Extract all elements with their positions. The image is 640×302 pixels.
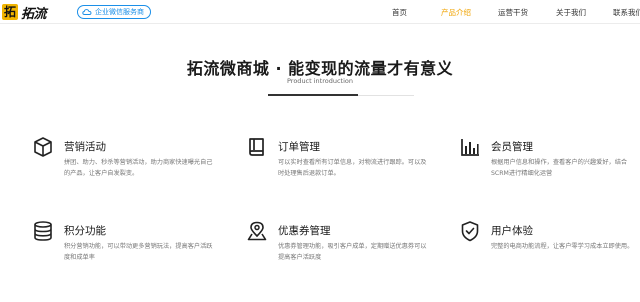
nav-item-about[interactable]: 关于我们 bbox=[556, 7, 586, 18]
feature-description: 完整的电商功能流程，让客户零学习成本立即使用。 bbox=[491, 243, 634, 250]
cloud-icon bbox=[82, 9, 92, 15]
feature-description: 优惠券管理功能，吸引客户成单，定期赠送优惠券可以提高客户活跃度 bbox=[278, 243, 427, 261]
feature-card-coupons: 优惠券管理 优惠券管理功能，吸引客户成单，定期赠送优惠券可以提高客户活跃度 bbox=[246, 220, 436, 280]
feature-title: 营销活动 bbox=[64, 141, 106, 153]
brand-logo[interactable]: 拓 拓流 bbox=[2, 3, 47, 22]
wecom-provider-badge[interactable]: 企业微信服务商 bbox=[77, 5, 151, 19]
book-icon bbox=[246, 136, 268, 158]
nav-item-home[interactable]: 首页 bbox=[392, 7, 407, 18]
top-navigation-bar: 拓 拓流 企业微信服务商 首页 产品介绍 运营干货 关于我们 联系我们 bbox=[0, 0, 640, 24]
feature-description: 根据用户信息和操作，查看客户的兴趣爱好，结合SCRM进行精细化运营 bbox=[491, 159, 628, 177]
nav-item-products[interactable]: 产品介绍 bbox=[441, 7, 471, 18]
feature-title: 用户体验 bbox=[491, 225, 533, 237]
box-icon bbox=[32, 136, 54, 158]
logo-mark: 拓 bbox=[2, 4, 18, 20]
feature-card-members: 会员管理 根据用户信息和操作，查看客户的兴趣爱好，结合SCRM进行精细化运营 bbox=[459, 136, 640, 196]
feature-card-experience: 用户体验 完整的电商功能流程，让客户零学习成本立即使用。 bbox=[459, 220, 640, 280]
feature-card-points: 积分功能 积分营销功能，可以带动更多营销玩法，提高客户活跃度和成单率 bbox=[32, 220, 222, 280]
feature-description: 拼团、助力、秒杀等营销活动，助力商家快速曝光自己的产品，让客户自发裂变。 bbox=[64, 159, 213, 177]
feature-title: 积分功能 bbox=[64, 225, 106, 237]
nav-item-operations[interactable]: 运营干货 bbox=[498, 7, 528, 18]
section-subtitle: Product introduction bbox=[287, 77, 353, 85]
feature-title: 会员管理 bbox=[491, 141, 533, 153]
feature-card-marketing: 营销活动 拼团、助力、秒杀等营销活动，助力商家快速曝光自己的产品，让客户自发裂变… bbox=[32, 136, 222, 196]
map-pin-icon bbox=[246, 220, 268, 242]
feature-description: 积分营销功能，可以带动更多营销玩法，提高客户活跃度和成单率 bbox=[64, 243, 213, 261]
bar-chart-icon bbox=[459, 136, 481, 158]
shield-check-icon bbox=[459, 220, 481, 242]
feature-description: 可以实时查看所有订单信息，对物流进行跟踪。可以及时处理售后退款订单。 bbox=[278, 159, 427, 177]
title-divider-highlight bbox=[268, 94, 358, 96]
badge-label: 企业微信服务商 bbox=[95, 8, 144, 16]
section-title: 拓流微商城 · 能变现的流量才有意义 bbox=[186, 59, 454, 78]
database-icon bbox=[32, 220, 54, 242]
feature-card-orders: 订单管理 可以实时查看所有订单信息，对物流进行跟踪。可以及时处理售后退款订单。 bbox=[246, 136, 436, 196]
nav-item-contact[interactable]: 联系我们 bbox=[613, 7, 640, 18]
brand-name: 拓流 bbox=[21, 6, 47, 22]
feature-title: 优惠券管理 bbox=[278, 225, 331, 237]
feature-title: 订单管理 bbox=[278, 141, 320, 153]
